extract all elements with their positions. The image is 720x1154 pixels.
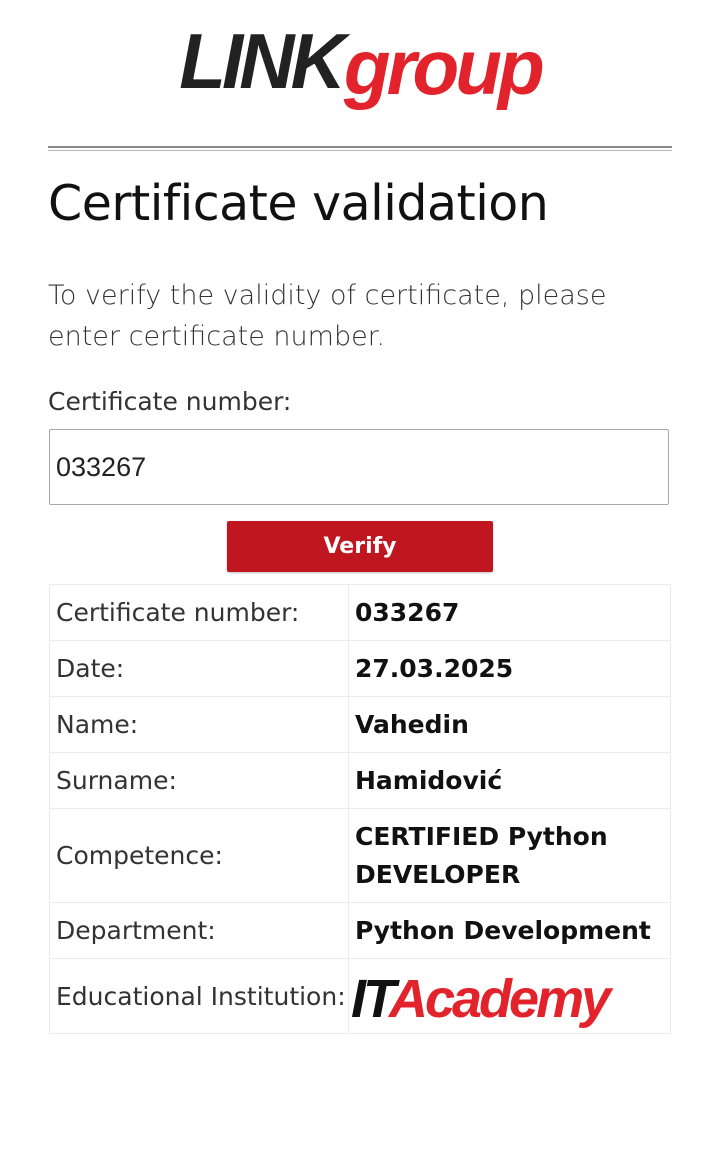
row-value: Vahedin bbox=[348, 696, 671, 753]
row-label: Department: bbox=[49, 902, 349, 959]
certificate-number-input[interactable] bbox=[49, 429, 669, 505]
logo-it-text: IT bbox=[351, 969, 392, 1029]
row-value: Python Development bbox=[348, 902, 671, 959]
row-label: Educational Institution: bbox=[49, 958, 349, 1034]
header-divider bbox=[48, 146, 672, 151]
certificate-number-label: Certificate number: bbox=[48, 387, 292, 416]
row-label: Surname: bbox=[49, 752, 349, 809]
table-row: Date: 27.03.2025 bbox=[49, 640, 671, 697]
table-row: Educational Institution: ITAcademy bbox=[49, 958, 671, 1034]
row-label: Date: bbox=[49, 640, 349, 697]
page-title: Certificate validation bbox=[48, 175, 549, 232]
logo-academy-text: Academy bbox=[388, 969, 611, 1029]
row-value: Hamidović bbox=[348, 752, 671, 809]
table-row: Competence: CERTIFIED Python DEVELOPER bbox=[49, 808, 671, 903]
row-value: 033267 bbox=[348, 584, 671, 641]
linkgroup-logo[interactable]: LINK group bbox=[7, 22, 713, 114]
intro-text: To verify the validity of certificate, p… bbox=[48, 280, 607, 352]
itacademy-logo[interactable]: ITAcademy bbox=[351, 969, 611, 1029]
row-label: Name: bbox=[49, 696, 349, 753]
table-row: Surname: Hamidović bbox=[49, 752, 671, 809]
row-value: 27.03.2025 bbox=[348, 640, 671, 697]
table-row: Department: Python Development bbox=[49, 902, 671, 959]
logo-link-text: LINK bbox=[179, 17, 346, 105]
table-row: Certificate number: 033267 bbox=[49, 584, 671, 641]
row-label: Certificate number: bbox=[49, 584, 349, 641]
row-value: CERTIFIED Python DEVELOPER bbox=[348, 808, 671, 903]
logo-group-text: group bbox=[343, 23, 545, 111]
certificate-validation-page: LINK group Certificate validation To veri… bbox=[0, 0, 720, 1154]
row-label: Competence: bbox=[49, 808, 349, 903]
institution-cell: ITAcademy bbox=[348, 958, 671, 1034]
verify-button[interactable]: Verify bbox=[227, 521, 493, 572]
certificate-results-table: Certificate number: 033267 Date: 27.03.2… bbox=[49, 584, 671, 1034]
table-row: Name: Vahedin bbox=[49, 696, 671, 753]
